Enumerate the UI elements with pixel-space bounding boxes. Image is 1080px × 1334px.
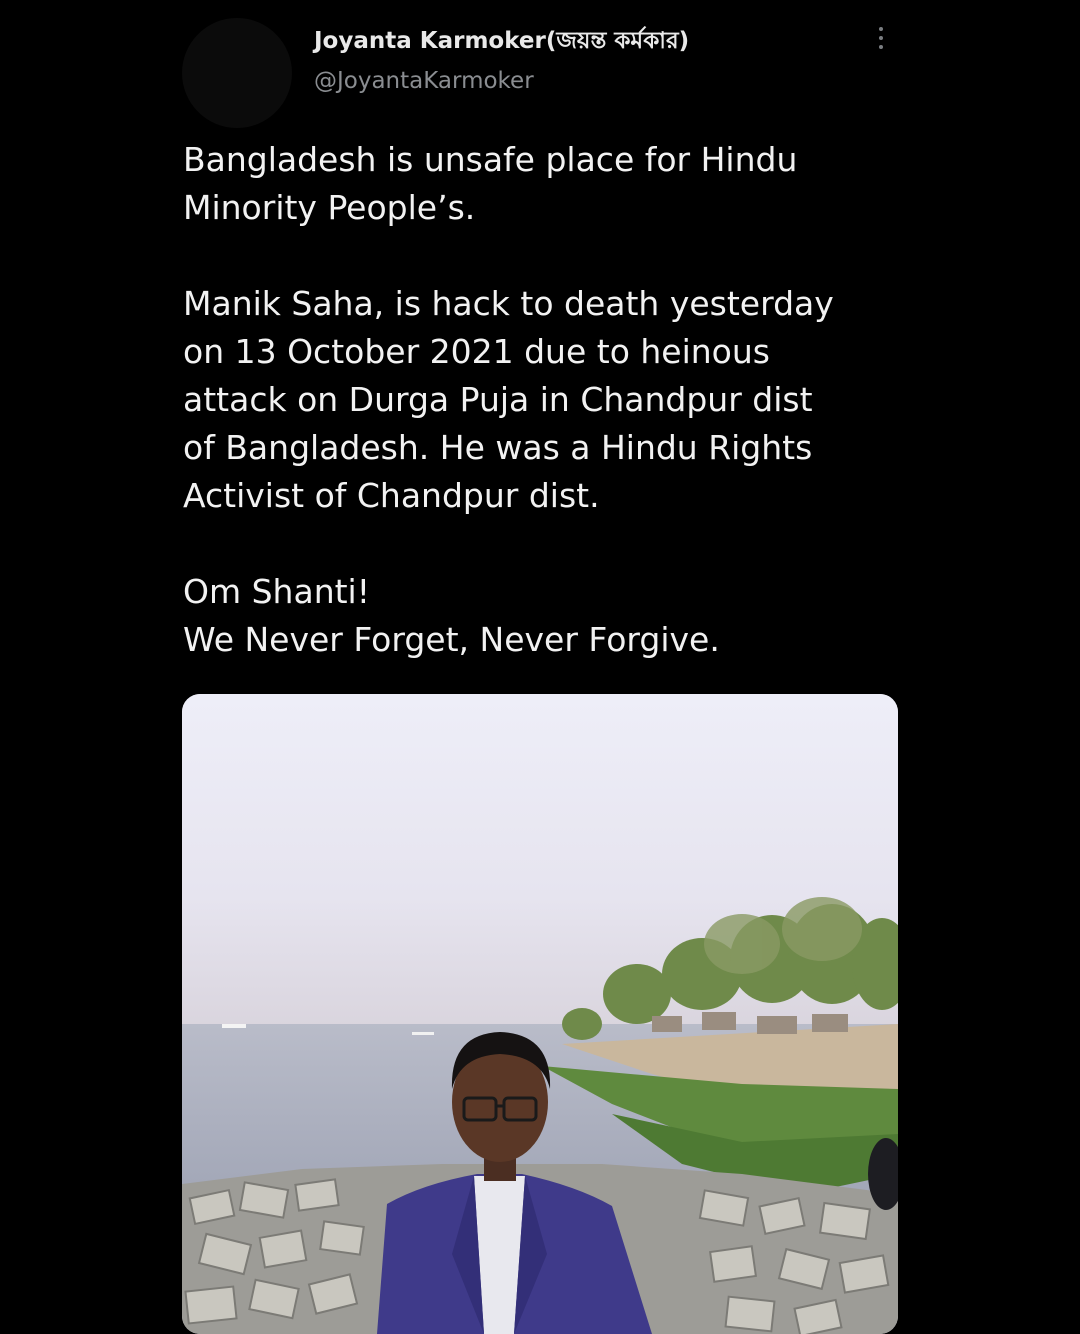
- avatar[interactable]: [182, 18, 292, 128]
- more-vertical-icon: [879, 45, 883, 49]
- tweet-text-line: on 13 October 2021 due to heinous: [183, 332, 770, 371]
- tweet-text-line: attack on Durga Puja in Chandpur dist: [183, 380, 813, 419]
- more-vertical-icon: [879, 36, 883, 40]
- photo-riverbank-portrait: [182, 694, 898, 1334]
- tweet-text: Bangladesh is unsafe place for Hindu Min…: [183, 136, 903, 664]
- tweet-text-line: Manik Saha, is hack to death yesterday: [183, 284, 834, 323]
- author-handle[interactable]: @JoyantaKarmoker: [314, 68, 534, 94]
- tweet-text-line: Minority People’s.: [183, 188, 476, 227]
- more-options-button[interactable]: [866, 20, 896, 56]
- tweet-text-line: of Bangladesh. He was a Hindu Rights: [183, 428, 813, 467]
- author-display-name[interactable]: Joyanta Karmoker(জয়ন্ত কর্মকার): [314, 22, 689, 61]
- tweet-text-line: Om Shanti!: [183, 572, 370, 611]
- tweet-photo[interactable]: [182, 694, 898, 1334]
- tweet-text-line: Bangladesh is unsafe place for Hindu: [183, 140, 798, 179]
- tweet-text-line: We Never Forget, Never Forgive.: [183, 620, 720, 659]
- tweet-text-line: Activist of Chandpur dist.: [183, 476, 600, 515]
- more-vertical-icon: [879, 27, 883, 31]
